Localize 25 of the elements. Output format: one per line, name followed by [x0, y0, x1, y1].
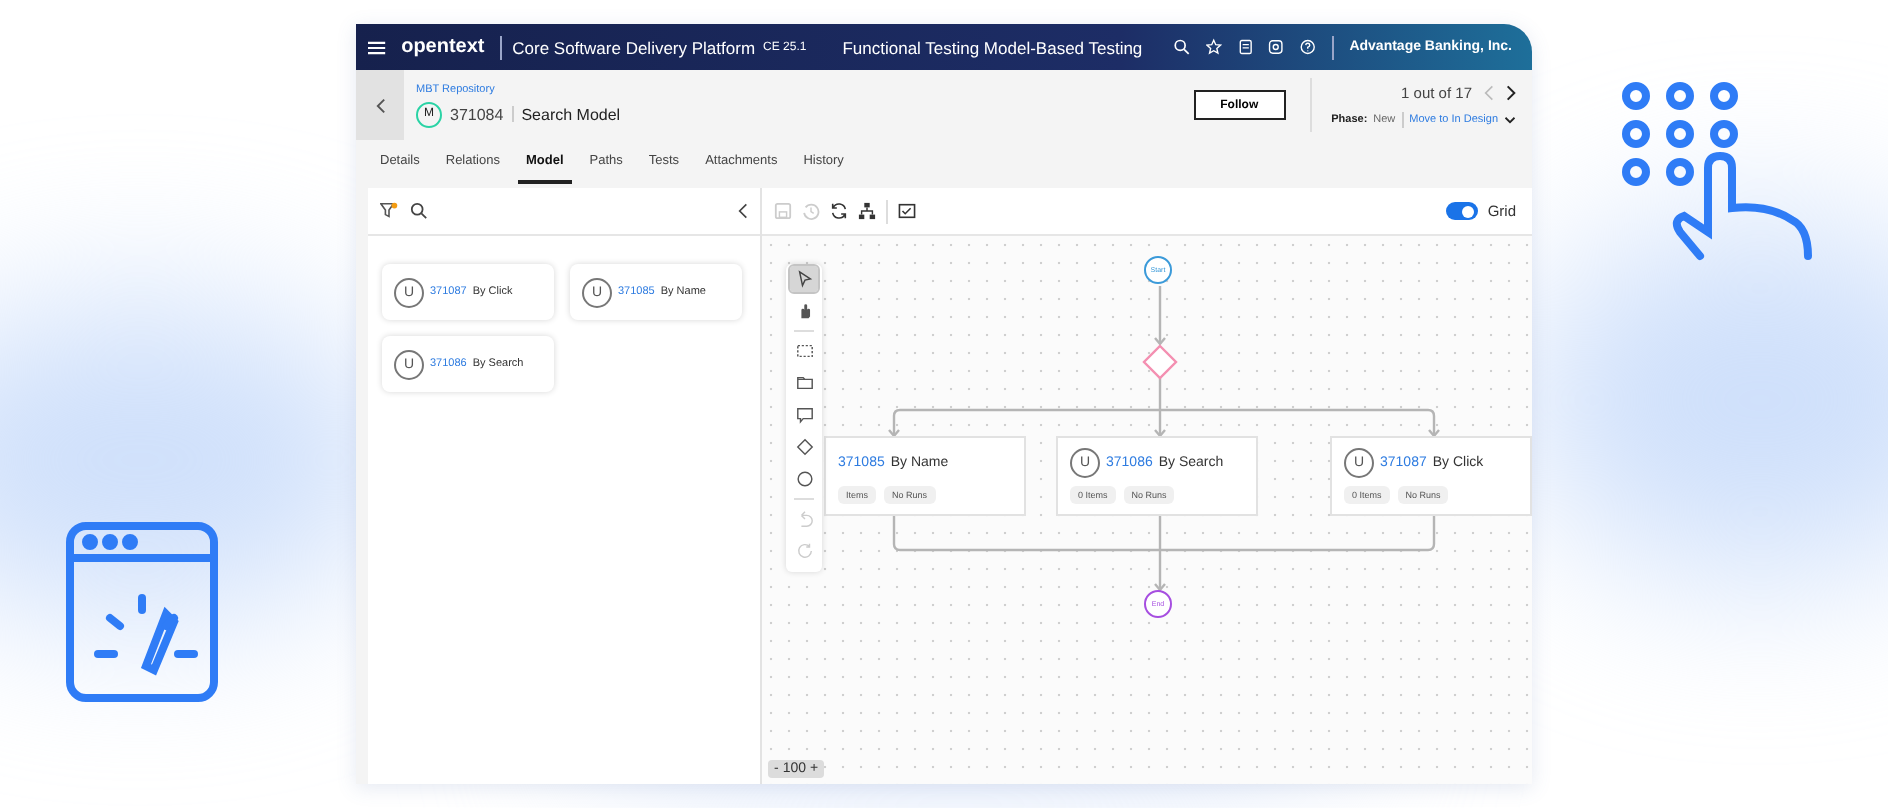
search-icon[interactable]: [1174, 38, 1190, 56]
product-name: Core Software Delivery Platform: [512, 37, 756, 57]
grid-toggle[interactable]: [1445, 202, 1478, 220]
entity-id: 371084: [450, 105, 504, 123]
logo: opentext: [401, 36, 485, 58]
browser-gauge-icon: [66, 522, 218, 702]
module-title: Functional Testing Model-Based Testing: [842, 37, 1143, 57]
image-check-icon[interactable]: [898, 202, 916, 220]
entity-name: Search Model: [521, 105, 621, 123]
menu-icon[interactable]: [368, 39, 386, 55]
settings-icon[interactable]: [1268, 38, 1285, 56]
refresh-icon[interactable]: [830, 202, 848, 220]
back-icon: [375, 97, 385, 113]
pointer-tool-icon[interactable]: [790, 266, 818, 292]
document-icon[interactable]: [1237, 38, 1253, 56]
connector-arrow: [1154, 286, 1166, 346]
decision-diamond: [1142, 344, 1178, 380]
star-icon[interactable]: [1205, 38, 1222, 56]
search-icon[interactable]: [410, 202, 428, 220]
chevron-down-icon[interactable]: [1504, 115, 1516, 123]
help-icon[interactable]: [1300, 38, 1316, 56]
collapse-icon[interactable]: [738, 202, 748, 220]
filter-icon[interactable]: [380, 202, 398, 220]
hierarchy-icon[interactable]: [858, 202, 876, 220]
next-icon[interactable]: [1506, 83, 1516, 101]
